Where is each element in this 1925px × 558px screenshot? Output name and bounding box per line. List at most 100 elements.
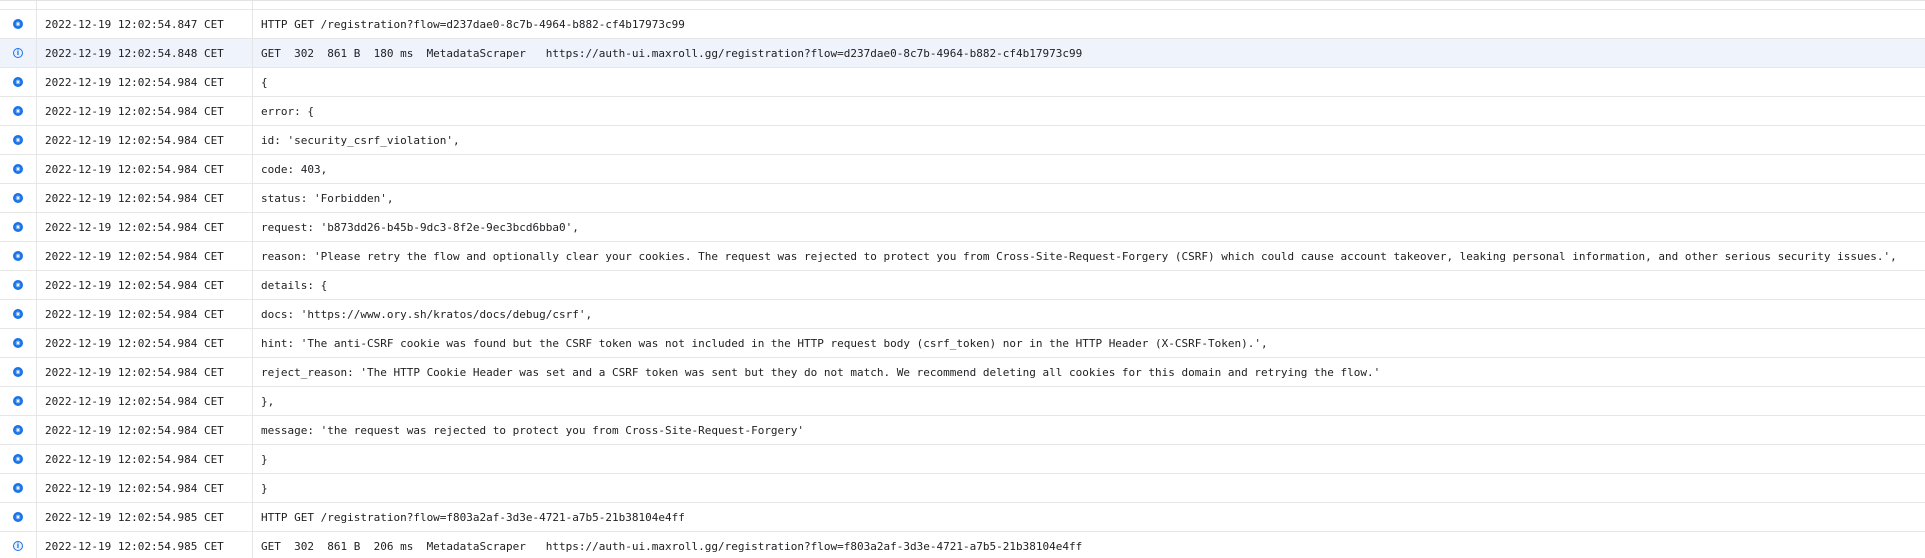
timestamp-text: 2022-12-19 12:02:54.984 CET (45, 220, 224, 234)
timestamp-text: 2022-12-19 12:02:54.984 CET (45, 452, 224, 466)
message-cell: reason: 'Please retry the flow and optio… (253, 242, 1925, 270)
timestamp-cell: 2022-12-19 12:02:54.984 CET (37, 358, 253, 386)
message-text: error: { (261, 104, 314, 118)
message-text: { (261, 75, 268, 89)
timestamp-text: 2022-12-19 12:02:54.984 CET (45, 75, 224, 89)
debug-icon (13, 483, 23, 493)
message-cell: } (253, 474, 1925, 502)
severity-cell (0, 97, 37, 125)
timestamp-text: 2022-12-19 12:02:54.984 CET (45, 394, 224, 408)
timestamp-text: 2022-12-19 12:02:54.985 CET (45, 510, 224, 524)
log-row[interactable]: 2022-12-19 12:02:54.984 CET } (0, 445, 1925, 474)
severity-cell (0, 213, 37, 241)
debug-icon (13, 251, 23, 261)
severity-cell (0, 242, 37, 270)
log-row[interactable]: 2022-12-19 12:02:54.984 CET code: 403, (0, 155, 1925, 184)
log-row[interactable]: 2022-12-19 12:02:54.985 CET GET 302 861 … (0, 532, 1925, 558)
debug-icon (13, 280, 23, 290)
timestamp-cell: 2022-12-19 12:02:54.984 CET (37, 271, 253, 299)
log-row[interactable]: 2022-12-19 12:02:54.984 CET }, (0, 387, 1925, 416)
timestamp-text: 2022-12-19 12:02:54.984 CET (45, 423, 224, 437)
timestamp-text: 2022-12-19 12:02:54.984 CET (45, 133, 224, 147)
message-cell: code: 403, (253, 155, 1925, 183)
info-icon (13, 48, 23, 58)
message-cell (253, 1, 1925, 9)
message-text: message: 'the request was rejected to pr… (261, 423, 805, 437)
message-cell: HTTP GET /registration?flow=f803a2af-3d3… (253, 503, 1925, 531)
log-row[interactable]: 2022-12-19 12:02:54.984 CET request: 'b8… (0, 213, 1925, 242)
timestamp-text: 2022-12-19 12:02:54.984 CET (45, 162, 224, 176)
log-row[interactable]: 2022-12-19 12:02:54.984 CET reason: 'Ple… (0, 242, 1925, 271)
debug-icon (13, 77, 23, 87)
log-row[interactable]: 2022-12-19 12:02:54.848 CET GET 302 861 … (0, 39, 1925, 68)
log-entries-list: 2022-12-19 12:02:54.847 CET HTTP GET /re… (0, 0, 1925, 558)
debug-icon (13, 512, 23, 522)
message-cell: reject_reason: 'The HTTP Cookie Header w… (253, 358, 1925, 386)
debug-icon (13, 338, 23, 348)
log-row[interactable]: 2022-12-19 12:02:54.984 CET error: { (0, 97, 1925, 126)
timestamp-cell: 2022-12-19 12:02:54.984 CET (37, 213, 253, 241)
debug-icon (13, 396, 23, 406)
message-cell: error: { (253, 97, 1925, 125)
timestamp-text: 2022-12-19 12:02:54.848 CET (45, 46, 224, 60)
timestamp-text: 2022-12-19 12:02:54.984 CET (45, 278, 224, 292)
log-row[interactable]: 2022-12-19 12:02:54.985 CET HTTP GET /re… (0, 503, 1925, 532)
severity-cell (0, 532, 37, 558)
timestamp-cell: 2022-12-19 12:02:54.984 CET (37, 387, 253, 415)
debug-icon (13, 106, 23, 116)
severity-cell (0, 39, 37, 67)
debug-icon (13, 454, 23, 464)
message-cell: status: 'Forbidden', (253, 184, 1925, 212)
timestamp-cell (37, 1, 253, 9)
severity-cell (0, 68, 37, 96)
timestamp-cell: 2022-12-19 12:02:54.984 CET (37, 329, 253, 357)
message-text: details: { (261, 278, 328, 292)
message-cell: GET 302 861 B 206 ms MetadataScraper htt… (253, 532, 1925, 558)
severity-cell (0, 184, 37, 212)
severity-cell (0, 10, 37, 38)
log-row[interactable]: 2022-12-19 12:02:54.984 CET reject_reaso… (0, 358, 1925, 387)
timestamp-text: 2022-12-19 12:02:54.984 CET (45, 481, 224, 495)
timestamp-cell: 2022-12-19 12:02:54.984 CET (37, 126, 253, 154)
timestamp-cell: 2022-12-19 12:02:54.847 CET (37, 10, 253, 38)
message-cell: docs: 'https://www.ory.sh/kratos/docs/de… (253, 300, 1925, 328)
timestamp-cell: 2022-12-19 12:02:54.985 CET (37, 532, 253, 558)
info-icon (13, 541, 23, 551)
severity-cell (0, 126, 37, 154)
message-text: GET 302 861 B 180 ms MetadataScraper htt… (261, 46, 1083, 60)
log-row[interactable]: 2022-12-19 12:02:54.984 CET { (0, 68, 1925, 97)
debug-icon (13, 425, 23, 435)
severity-cell (0, 329, 37, 357)
log-row[interactable]: 2022-12-19 12:02:54.847 CET HTTP GET /re… (0, 10, 1925, 39)
severity-cell (0, 155, 37, 183)
timestamp-text: 2022-12-19 12:02:54.984 CET (45, 307, 224, 321)
timestamp-text: 2022-12-19 12:02:54.984 CET (45, 365, 224, 379)
timestamp-cell: 2022-12-19 12:02:54.984 CET (37, 474, 253, 502)
severity-cell (0, 1, 37, 9)
message-text: docs: 'https://www.ory.sh/kratos/docs/de… (261, 307, 593, 321)
message-cell: GET 302 861 B 180 ms MetadataScraper htt… (253, 39, 1925, 67)
log-row[interactable]: 2022-12-19 12:02:54.984 CET hint: 'The a… (0, 329, 1925, 358)
message-text: request: 'b873dd26-b45b-9dc3-8f2e-9ec3bc… (261, 220, 579, 234)
severity-cell (0, 300, 37, 328)
debug-icon (13, 19, 23, 29)
severity-cell (0, 503, 37, 531)
log-row[interactable]: 2022-12-19 12:02:54.984 CET details: { (0, 271, 1925, 300)
log-row[interactable]: 2022-12-19 12:02:54.984 CET docs: 'https… (0, 300, 1925, 329)
message-text: } (261, 481, 268, 495)
timestamp-text: 2022-12-19 12:02:54.984 CET (45, 249, 224, 263)
message-text: HTTP GET /registration?flow=f803a2af-3d3… (261, 510, 685, 524)
message-cell: request: 'b873dd26-b45b-9dc3-8f2e-9ec3bc… (253, 213, 1925, 241)
message-cell: HTTP GET /registration?flow=d237dae0-8c7… (253, 10, 1925, 38)
severity-cell (0, 416, 37, 444)
timestamp-cell: 2022-12-19 12:02:54.984 CET (37, 445, 253, 473)
log-row[interactable]: 2022-12-19 12:02:54.984 CET } (0, 474, 1925, 503)
timestamp-text: 2022-12-19 12:02:54.985 CET (45, 539, 224, 553)
log-row[interactable]: 2022-12-19 12:02:54.984 CET status: 'For… (0, 184, 1925, 213)
message-text: status: 'Forbidden', (261, 191, 394, 205)
log-row[interactable]: 2022-12-19 12:02:54.984 CET message: 'th… (0, 416, 1925, 445)
log-row[interactable]: 2022-12-19 12:02:54.984 CET id: 'securit… (0, 126, 1925, 155)
timestamp-cell: 2022-12-19 12:02:54.984 CET (37, 300, 253, 328)
severity-cell (0, 358, 37, 386)
message-text: } (261, 452, 268, 466)
